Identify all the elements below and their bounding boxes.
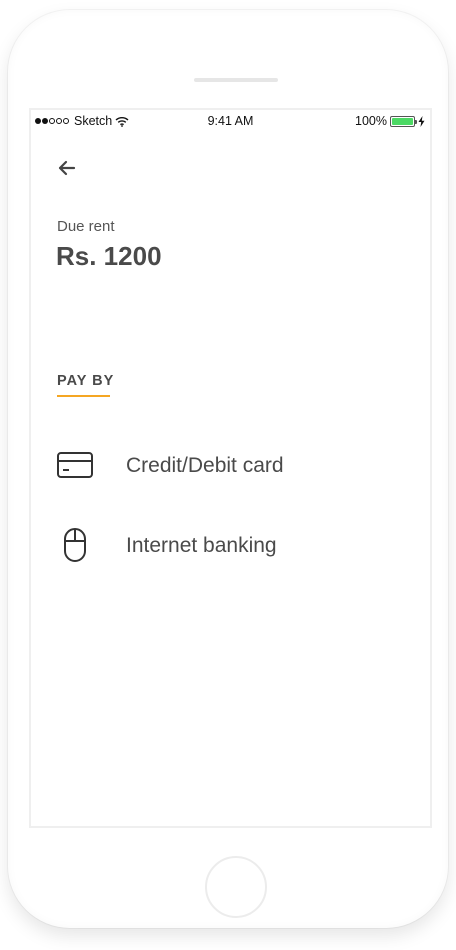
due-rent-label: Due rent: [57, 218, 115, 235]
pay-by-underline: [57, 395, 110, 397]
payment-option-card[interactable]: Credit/Debit card: [31, 437, 430, 493]
status-bar: Sketch 9:41 AM 100%: [31, 110, 430, 134]
status-right: 100%: [355, 114, 425, 128]
pay-by-heading: PAY BY: [57, 373, 115, 389]
charging-bolt-icon: [418, 115, 425, 127]
battery-icon: [390, 115, 417, 127]
payment-option-label: Credit/Debit card: [126, 454, 284, 477]
battery-percent: 100%: [355, 114, 387, 128]
home-button[interactable]: [205, 856, 267, 918]
app-screen: Sketch 9:41 AM 100% Due rent Rs. 1200 PA…: [29, 108, 432, 828]
payment-option-label: Internet banking: [126, 534, 277, 557]
payment-option-netbanking[interactable]: Internet banking: [31, 517, 430, 573]
due-rent-amount: Rs. 1200: [56, 241, 162, 271]
arrow-left-icon: [58, 160, 76, 176]
credit-card-icon: [55, 447, 95, 483]
back-button[interactable]: [55, 156, 79, 180]
speaker-grille: [194, 78, 278, 82]
mouse-icon: [55, 527, 95, 563]
